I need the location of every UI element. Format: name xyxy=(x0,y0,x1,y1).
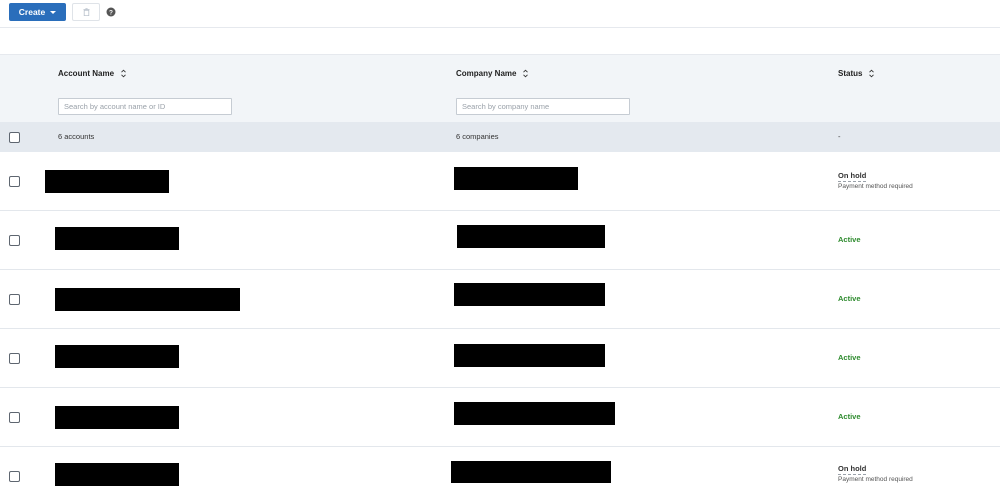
redacted-account-name xyxy=(55,463,179,486)
caret-down-icon xyxy=(50,10,57,14)
redacted-company-name xyxy=(457,225,605,248)
table-row[interactable]: Active xyxy=(0,211,1000,270)
select-all-checkbox[interactable] xyxy=(9,132,20,143)
row-checkbox[interactable] xyxy=(9,294,20,305)
sort-icon xyxy=(869,69,875,78)
table-row[interactable]: On hold Payment method required xyxy=(0,152,1000,211)
column-header-account-name[interactable]: Account Name xyxy=(58,69,127,78)
row-checkbox[interactable] xyxy=(9,412,20,423)
column-header-label: Account Name xyxy=(58,69,115,78)
redacted-company-name xyxy=(454,344,605,367)
redacted-account-name xyxy=(55,345,179,368)
column-header-status[interactable]: Status xyxy=(838,69,875,78)
status-detail: Payment method required xyxy=(838,183,913,190)
status-badge: On hold xyxy=(838,464,867,475)
row-checkbox[interactable] xyxy=(9,235,20,246)
column-header-company-name[interactable]: Company Name xyxy=(456,69,529,78)
sort-icon xyxy=(121,69,126,78)
table-row[interactable]: On hold Payment method required xyxy=(0,447,1000,500)
row-checkbox[interactable] xyxy=(9,471,20,482)
status-summary: - xyxy=(838,132,841,141)
redacted-company-name xyxy=(454,283,605,306)
svg-text:?: ? xyxy=(109,9,113,16)
redacted-company-name xyxy=(454,167,578,190)
sort-icon xyxy=(523,69,529,78)
redacted-company-name xyxy=(451,461,611,483)
status-badge: Active xyxy=(838,353,861,362)
row-checkbox[interactable] xyxy=(9,176,20,187)
create-button[interactable]: Create xyxy=(9,3,66,21)
create-button-label: Create xyxy=(18,7,46,17)
status-badge: Active xyxy=(838,235,861,244)
trash-icon xyxy=(83,8,89,16)
delete-button[interactable] xyxy=(72,3,100,21)
table-header: Account Name Company Name Status xyxy=(0,54,1000,122)
redacted-account-name xyxy=(55,406,179,429)
column-header-label: Company Name xyxy=(456,69,517,78)
company-search-input[interactable] xyxy=(456,98,630,115)
column-header-label: Status xyxy=(838,69,863,78)
account-search-input[interactable] xyxy=(58,98,232,115)
table-row[interactable]: Active xyxy=(0,388,1000,447)
summary-row: 6 accounts 6 companies - xyxy=(0,122,1000,152)
table-row[interactable]: Active xyxy=(0,329,1000,388)
status-badge: On hold xyxy=(838,171,867,182)
toolbar: Create ? xyxy=(0,0,1000,28)
row-checkbox[interactable] xyxy=(9,353,20,364)
status-badge: Active xyxy=(838,412,861,421)
redacted-company-name xyxy=(454,402,615,425)
table-row[interactable]: Active xyxy=(0,270,1000,329)
redacted-account-name xyxy=(45,170,169,193)
redacted-account-name xyxy=(55,227,179,250)
status-badge: Active xyxy=(838,294,861,303)
question-circle-icon[interactable]: ? xyxy=(106,7,116,17)
accounts-count: 6 accounts xyxy=(58,132,95,141)
companies-count: 6 companies xyxy=(456,132,499,141)
redacted-account-name xyxy=(55,288,240,311)
status-detail: Payment method required xyxy=(838,476,913,483)
